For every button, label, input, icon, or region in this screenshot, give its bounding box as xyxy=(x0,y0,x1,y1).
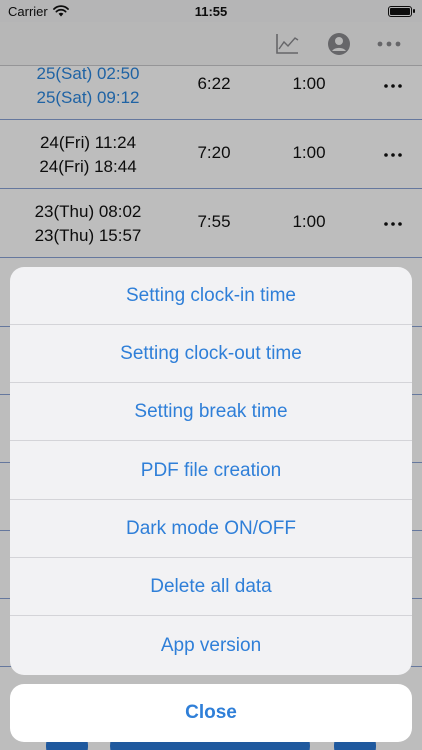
action-sheet: Setting clock-in time Setting clock-out … xyxy=(10,267,412,675)
app-version-button[interactable]: App version xyxy=(10,617,412,675)
delete-all-data-button[interactable]: Delete all data xyxy=(10,558,412,616)
dark-mode-toggle-button[interactable]: Dark mode ON/OFF xyxy=(10,500,412,558)
set-clock-out-button[interactable]: Setting clock-out time xyxy=(10,325,412,383)
set-break-button[interactable]: Setting break time xyxy=(10,383,412,441)
pdf-creation-button[interactable]: PDF file creation xyxy=(10,442,412,500)
close-button[interactable]: Close xyxy=(10,684,412,742)
set-clock-in-button[interactable]: Setting clock-in time xyxy=(10,267,412,325)
